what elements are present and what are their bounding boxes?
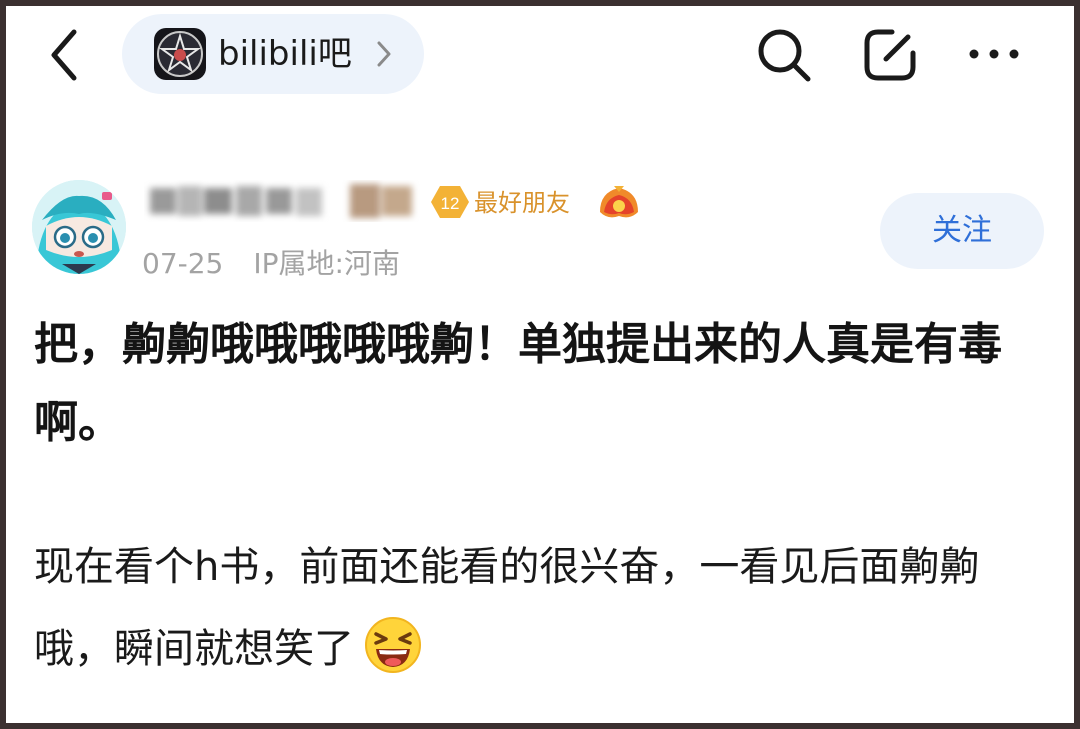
laughing-emoji-icon xyxy=(365,617,421,673)
search-button[interactable] xyxy=(756,27,812,83)
post-title: 把，齁齁哦哦哦哦哦齁！单独提出来的人真是有毒啊。 xyxy=(34,319,1002,448)
medal-icon xyxy=(600,186,638,218)
back-button[interactable] xyxy=(44,28,88,82)
level-badge: 12 xyxy=(431,186,469,218)
chevron-right-icon xyxy=(377,41,391,67)
post-body-text: 现在看个h书，前面还能看的很兴奋，一看见后面齁齁哦，瞬间就想笑了 xyxy=(34,544,980,672)
level-number: 12 xyxy=(441,194,460,213)
ip-location: IP属地:河南 xyxy=(253,247,400,280)
back-arrow-icon xyxy=(51,29,77,81)
follow-button[interactable]: 关注 xyxy=(880,193,1044,269)
more-button[interactable] xyxy=(966,44,1022,64)
post-date: 07-25 xyxy=(142,247,224,280)
forum-name: bilibili吧 xyxy=(218,34,352,74)
avatar[interactable] xyxy=(32,180,126,274)
edit-button[interactable] xyxy=(862,27,918,83)
relation-tag: 最好朋友 xyxy=(474,189,570,217)
forum-logo xyxy=(154,28,206,80)
username-blurred xyxy=(150,184,412,218)
more-icon xyxy=(969,49,1019,59)
post-body: 现在看个h书，前面还能看的很兴奋，一看见后面齁齁哦，瞬间就想笑了 xyxy=(34,526,1044,690)
search-icon xyxy=(758,29,811,82)
forum-entry-pill[interactable]: bilibili吧 xyxy=(122,14,424,94)
post-meta: 07-25 IP属地:河南 xyxy=(142,244,400,284)
edit-icon xyxy=(864,29,916,81)
